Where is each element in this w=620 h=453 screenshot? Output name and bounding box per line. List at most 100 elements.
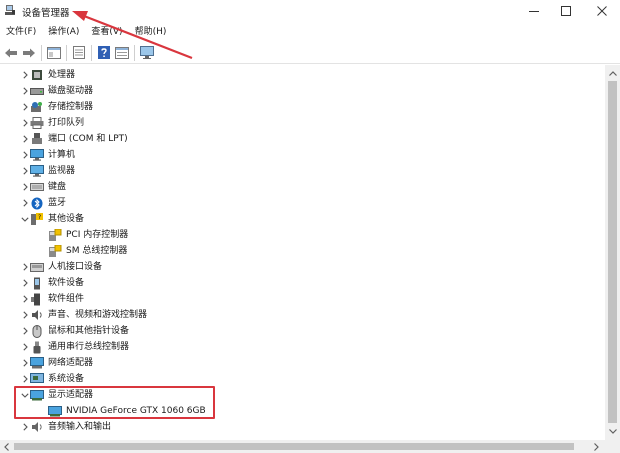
menu-help[interactable]: 帮助(H) — [129, 24, 173, 40]
tree-child-item[interactable]: PCI 内存控制器 — [0, 227, 600, 243]
tree-category-item[interactable]: 系统设备 — [0, 371, 600, 387]
tree-category-item[interactable]: 存储控制器 — [0, 99, 600, 115]
tree-category-item[interactable]: 计算机 — [0, 147, 600, 163]
chevron-right-icon[interactable] — [20, 419, 30, 435]
vertical-scrollbar[interactable] — [605, 65, 620, 440]
chevron-right-icon[interactable] — [20, 291, 30, 307]
forward-button[interactable] — [20, 44, 38, 62]
scroll-down-arrow-icon[interactable] — [608, 427, 617, 436]
tree-item-label: 系统设备 — [48, 374, 85, 384]
chevron-right-icon[interactable] — [20, 99, 30, 115]
unknown-device-icon — [48, 228, 62, 242]
software-device-icon — [30, 276, 44, 290]
tree-category-item[interactable]: 音频输入和输出 — [0, 419, 600, 435]
printer-icon — [30, 116, 44, 130]
tree-item-label: 软件设备 — [48, 278, 85, 288]
tree-item-label: 存储控制器 — [48, 102, 94, 112]
other-devices-icon: ? — [30, 212, 44, 226]
scrollbar-corner — [605, 440, 620, 453]
window-title: 设备管理器 — [22, 8, 70, 19]
tree-category-item[interactable]: 监视器 — [0, 163, 600, 179]
disk-icon — [30, 84, 44, 98]
chevron-right-icon[interactable] — [20, 195, 30, 211]
tree-item-label: 软件组件 — [48, 294, 85, 304]
view-toggle-button[interactable] — [113, 44, 131, 62]
scroll-left-arrow-icon[interactable] — [2, 442, 11, 451]
hid-icon — [30, 260, 44, 274]
properties-icon — [73, 46, 85, 59]
tree-category-item[interactable]: 软件组件 — [0, 291, 600, 307]
chevron-right-icon[interactable] — [20, 259, 30, 275]
tree-item-label: 声音、视频和游戏控制器 — [48, 310, 148, 320]
svg-text:?: ? — [38, 214, 41, 221]
chevron-right-icon[interactable] — [20, 67, 30, 83]
chevron-right-icon[interactable] — [20, 371, 30, 387]
tree-category-item[interactable]: 人机接口设备 — [0, 259, 600, 275]
show-hide-console-tree-button[interactable] — [45, 44, 63, 62]
scan-hardware-button[interactable] — [138, 44, 156, 62]
tree-category-item[interactable]: 处理器 — [0, 67, 600, 83]
tree-item-label: 端口 (COM 和 LPT) — [48, 134, 128, 144]
toolbar-separator — [66, 44, 67, 61]
tree-category-item[interactable]: 打印队列 — [0, 115, 600, 131]
tree-category-item[interactable]: 鼠标和其他指针设备 — [0, 323, 600, 339]
tree-item-label: 蓝牙 — [48, 198, 67, 208]
horizontal-scrollbar[interactable] — [0, 440, 605, 453]
help-icon — [98, 46, 110, 59]
chevron-right-icon[interactable] — [20, 115, 30, 131]
tree-category-item[interactable]: ? 其他设备 — [0, 211, 600, 227]
tree-category-item[interactable]: 键盘 — [0, 179, 600, 195]
tree-item-label: 其他设备 — [48, 214, 85, 224]
tree-category-item[interactable]: 蓝牙 — [0, 195, 600, 211]
chevron-down-icon[interactable] — [20, 211, 30, 227]
menu-action[interactable]: 操作(A) — [42, 24, 85, 40]
close-button[interactable] — [584, 0, 620, 22]
vertical-scroll-thumb[interactable] — [608, 81, 617, 423]
chevron-right-icon[interactable] — [20, 179, 30, 195]
tree-item-label: PCI 内存控制器 — [66, 230, 129, 240]
tree-item-label: 鼠标和其他指针设备 — [48, 326, 130, 336]
chevron-right-icon[interactable] — [20, 163, 30, 179]
toolbar-separator — [91, 44, 92, 61]
bluetooth-icon — [30, 196, 44, 210]
back-button[interactable] — [2, 44, 20, 62]
chevron-right-icon[interactable] — [20, 355, 30, 371]
chevron-right-icon[interactable] — [20, 83, 30, 99]
tree-category-item[interactable]: 通用串行总线控制器 — [0, 339, 600, 355]
computer-icon — [30, 148, 44, 162]
horizontal-scroll-thumb[interactable] — [14, 443, 574, 450]
tree-item-label: SM 总线控制器 — [66, 246, 128, 256]
tree-item-label: 监视器 — [48, 166, 76, 176]
tree-category-item[interactable]: 软件设备 — [0, 275, 600, 291]
scroll-up-arrow-icon[interactable] — [608, 69, 617, 78]
minimize-button[interactable] — [516, 0, 552, 22]
scroll-right-arrow-icon[interactable] — [592, 442, 601, 451]
device-tree: 处理器 磁盘驱动器存储控制器打印队列端口 (COM 和 LPT) 计算机监视器键盘蓝… — [0, 65, 604, 440]
tree-category-item[interactable]: 磁盘驱动器 — [0, 83, 600, 99]
chevron-right-icon[interactable] — [20, 323, 30, 339]
unknown-device-icon — [48, 244, 62, 258]
properties-button[interactable] — [70, 44, 88, 62]
tree-child-item[interactable]: SM 总线控制器 — [0, 243, 600, 259]
tree-item-label: 计算机 — [48, 150, 76, 160]
menu-view[interactable]: 查看(V) — [85, 24, 128, 40]
tree-item-label: 音频输入和输出 — [48, 422, 112, 432]
speaker-icon — [30, 308, 44, 322]
maximize-button[interactable] — [548, 0, 584, 22]
help-button[interactable] — [95, 44, 113, 62]
chevron-right-icon[interactable] — [20, 131, 30, 147]
tree-category-item[interactable]: 端口 (COM 和 LPT) — [0, 131, 600, 147]
tree-category-item[interactable]: 网络适配器 — [0, 355, 600, 371]
audio-io-icon — [30, 420, 44, 434]
tree-category-item[interactable]: 声音、视频和游戏控制器 — [0, 307, 600, 323]
system-device-icon — [30, 372, 44, 386]
toolbar-separator — [134, 44, 135, 61]
menu-file[interactable]: 文件(F) — [0, 24, 42, 40]
storage-controller-icon — [30, 100, 44, 114]
chevron-right-icon[interactable] — [20, 275, 30, 291]
chevron-right-icon[interactable] — [20, 147, 30, 163]
chevron-right-icon[interactable] — [20, 307, 30, 323]
chevron-right-icon[interactable] — [20, 339, 30, 355]
toolbar — [0, 42, 620, 64]
